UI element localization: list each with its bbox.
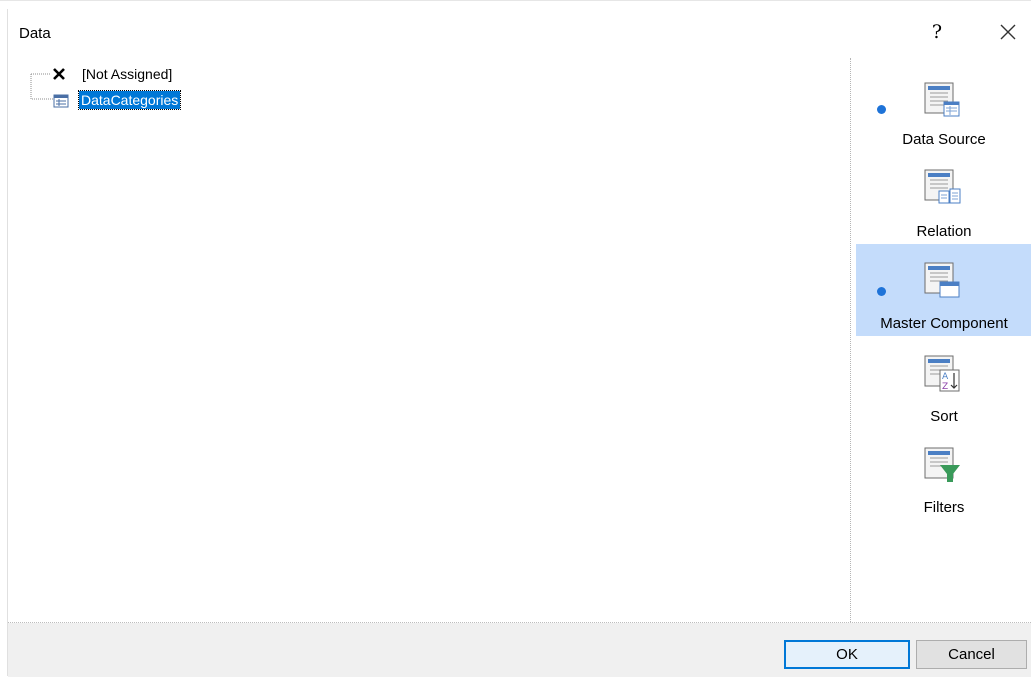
close-icon [1000,24,1016,40]
tree-item-not-assigned[interactable]: [Not Assigned] [20,65,220,85]
svg-text:A: A [942,372,949,382]
indicator-dot [877,287,886,296]
button-bar: OK Cancel [8,623,1031,677]
tree-item-datacategories[interactable]: DataCategories [20,90,220,113]
side-panel: Data Source Relation Master Component A … [850,58,1031,622]
sort-icon: A Z [924,355,960,392]
side-item-label: Data Source [902,131,986,148]
data-tree[interactable]: [Not Assigned] DataCategories [20,62,840,610]
data-source-icon [924,82,960,117]
master-component-icon [924,262,960,298]
title-bar: Data ? [0,0,1031,61]
side-item-sort[interactable]: A Z Sort [856,338,1031,430]
side-item-label: Relation [916,223,972,240]
side-item-filters[interactable]: Filters [856,429,1031,521]
filter-icon [924,447,960,482]
svg-text:Z: Z [942,382,948,392]
cancel-button[interactable]: Cancel [916,640,1027,669]
dialog-left-border [7,9,8,676]
side-item-master-component[interactable]: Master Component [856,244,1031,336]
x-icon [51,66,67,86]
side-item-label: Master Component [880,315,1008,332]
tree-item-label: [Not Assigned] [82,66,173,82]
close-button[interactable] [995,18,1021,46]
indicator-dot [877,105,886,114]
side-item-label: Sort [930,408,958,425]
tree-item-label: DataCategories [77,90,182,110]
relation-icon [924,169,961,204]
ok-button[interactable]: OK [784,640,910,669]
side-item-relation[interactable]: Relation [856,151,1031,243]
side-item-data-source[interactable]: Data Source [856,58,1031,150]
dialog-title: Data [19,25,51,42]
side-item-label: Filters [923,499,965,516]
table-icon [53,93,69,113]
data-dialog: Data ? [Not Assigned] DataCategories Dat… [0,0,1031,677]
help-button[interactable]: ? [925,18,949,46]
